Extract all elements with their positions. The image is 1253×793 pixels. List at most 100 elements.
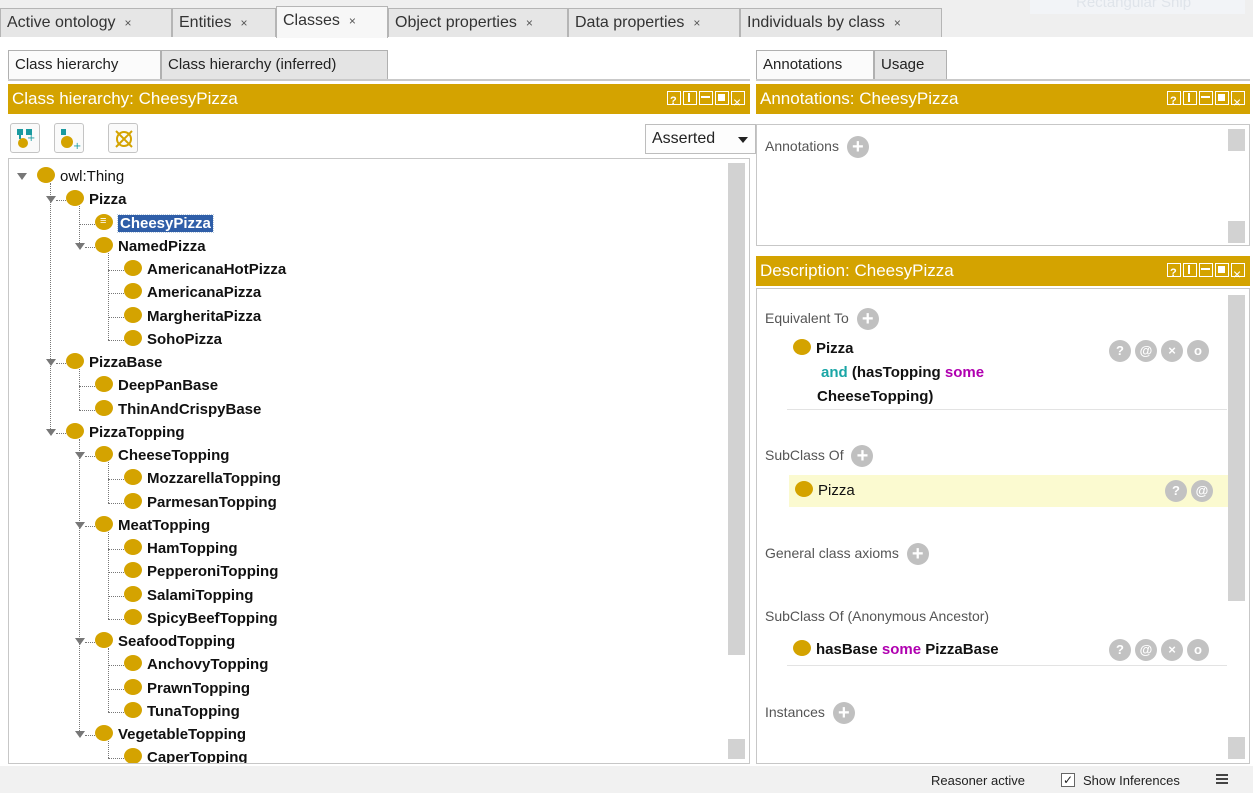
scrollbar-thumb-bottom[interactable] — [1228, 221, 1245, 243]
tree-node[interactable]: CheesyPizza — [95, 210, 214, 235]
scrollbar-thumb-bottom[interactable] — [728, 739, 745, 759]
explain-button[interactable]: ? — [1109, 639, 1131, 661]
delete-class-button[interactable] — [108, 123, 138, 153]
help-icon[interactable] — [667, 86, 681, 116]
tab-entities[interactable]: Entities × — [172, 8, 276, 37]
tab-class-hierarchy-inferred[interactable]: Class hierarchy (inferred) — [161, 50, 388, 79]
expand-toggle-icon[interactable] — [75, 638, 85, 645]
close-icon[interactable]: × — [693, 16, 700, 30]
close-icon[interactable]: × — [526, 16, 533, 30]
close-icon[interactable]: × — [894, 16, 901, 30]
tree-node[interactable]: AmericanaHotPizza — [124, 258, 286, 281]
scrollbar-thumb[interactable] — [728, 163, 745, 655]
expand-toggle-icon[interactable] — [75, 521, 85, 529]
close-view-icon[interactable] — [731, 87, 745, 117]
axiom-text: Pizza — [818, 482, 855, 499]
tree-node[interactable]: VegetableTopping — [95, 723, 246, 746]
tree-node[interactable]: MargheritaPizza — [124, 305, 261, 328]
tree-node[interactable]: PepperoniTopping — [124, 560, 278, 583]
tab-classes[interactable]: Classes × — [276, 6, 388, 38]
log-list-icon[interactable] — [1216, 774, 1228, 786]
tree-connector — [79, 438, 80, 735]
explain-button[interactable]: ? — [1109, 340, 1131, 362]
add-annotation-button[interactable]: + — [846, 136, 869, 159]
tree-node[interactable]: Pizza — [66, 188, 127, 211]
tree-node[interactable]: SeafoodTopping — [95, 630, 235, 653]
add-instance-button[interactable]: + — [832, 702, 855, 725]
tree-node[interactable]: CaperTopping — [124, 746, 248, 763]
add-superclass-button[interactable]: + — [851, 445, 874, 468]
add-sibling-button[interactable]: + — [54, 123, 84, 153]
subclass-axiom-row[interactable]: Pizza ? @ — [789, 475, 1229, 507]
tab-data-properties[interactable]: Data properties × — [568, 8, 740, 37]
close-view-icon[interactable] — [1231, 87, 1245, 117]
tree-node[interactable]: AnchovyTopping — [124, 653, 268, 676]
add-subclass-button[interactable]: + — [10, 123, 40, 153]
tree-node[interactable]: CheeseTopping — [95, 444, 229, 467]
scrollbar-thumb-bottom[interactable] — [1228, 737, 1245, 759]
hierarchy-mode-dropdown[interactable]: Asserted — [645, 124, 756, 154]
split-horizontal-icon[interactable] — [1199, 263, 1213, 277]
expand-toggle-icon[interactable] — [46, 196, 56, 204]
tab-individuals-by-class[interactable]: Individuals by class × — [740, 8, 942, 37]
expand-toggle-icon[interactable] — [75, 731, 85, 738]
tree-node[interactable]: TunaTopping — [124, 700, 240, 723]
add-general-axiom-button[interactable]: + — [906, 543, 929, 566]
tree-node[interactable]: HamTopping — [124, 537, 238, 560]
annotate-button[interactable]: @ — [1135, 639, 1157, 661]
split-vertical-icon[interactable] — [1183, 91, 1197, 105]
split-vertical-icon[interactable] — [683, 91, 697, 105]
split-horizontal-icon[interactable] — [1199, 91, 1213, 105]
maximize-icon[interactable] — [1215, 263, 1229, 277]
add-equivalent-button[interactable]: + — [856, 308, 879, 331]
tree-node[interactable]: MeatTopping — [95, 514, 210, 537]
close-view-icon[interactable] — [1231, 259, 1245, 289]
edit-axiom-button[interactable]: o — [1187, 340, 1209, 362]
tree-node[interactable]: PizzaBase — [66, 351, 162, 374]
tree-node[interactable]: MozzarellaTopping — [124, 467, 281, 490]
description-scrollbar-thumb[interactable] — [1228, 295, 1245, 601]
maximize-icon[interactable] — [715, 91, 729, 105]
split-horizontal-icon[interactable] — [699, 91, 713, 105]
explain-button[interactable]: ? — [1165, 480, 1187, 502]
expand-toggle-icon[interactable] — [46, 428, 56, 436]
close-icon[interactable]: × — [125, 16, 132, 30]
tab-usage[interactable]: Usage — [874, 50, 947, 79]
tree-node[interactable]: ThinAndCrispyBase — [95, 398, 261, 421]
tab-class-hierarchy[interactable]: Class hierarchy — [8, 50, 161, 79]
tab-object-properties[interactable]: Object properties × — [388, 8, 568, 37]
scrollbar-thumb[interactable] — [1228, 129, 1245, 151]
expand-toggle-icon[interactable] — [75, 242, 85, 250]
tree-connector — [85, 456, 95, 457]
tree-node[interactable]: SpicyBeefTopping — [124, 607, 278, 630]
delete-axiom-button[interactable]: × — [1161, 639, 1183, 661]
tree-node[interactable]: DeepPanBase — [95, 374, 218, 397]
tab-active-ontology[interactable]: Active ontology × — [0, 8, 172, 37]
expand-toggle-icon[interactable] — [46, 359, 56, 366]
expand-toggle-icon[interactable] — [75, 452, 85, 459]
tab-annotations[interactable]: Annotations — [756, 50, 874, 79]
maximize-icon[interactable] — [1215, 91, 1229, 105]
close-icon[interactable]: × — [240, 16, 247, 30]
close-icon[interactable]: × — [349, 14, 356, 28]
help-icon[interactable] — [1167, 86, 1181, 116]
tree-node[interactable]: PizzaTopping — [66, 421, 185, 444]
show-inferences-checkbox[interactable]: ✓ — [1061, 773, 1075, 787]
delete-axiom-button[interactable]: × — [1161, 340, 1183, 362]
edit-axiom-button[interactable]: o — [1187, 639, 1209, 661]
class-tree[interactable]: owl:Thing Pizza CheesyPizza NamedPizza Ameri… — [8, 158, 750, 764]
tree-node[interactable]: PrawnTopping — [124, 677, 250, 700]
help-icon[interactable] — [1167, 258, 1181, 288]
annotate-button[interactable]: @ — [1191, 480, 1213, 502]
split-vertical-icon[interactable] — [1183, 263, 1197, 277]
tree-node[interactable]: SalamiTopping — [124, 584, 253, 607]
expand-toggle-icon[interactable] — [17, 173, 27, 180]
equivalent-axiom[interactable]: Pizza and (hasTopping some CheeseTopping… — [793, 337, 984, 409]
annotate-button[interactable]: @ — [1135, 340, 1157, 362]
tree-node[interactable]: AmericanaPizza — [124, 281, 261, 304]
tree-node[interactable]: SohoPizza — [124, 328, 222, 351]
tree-node[interactable]: ParmesanTopping — [124, 491, 277, 514]
tree-scrollbar[interactable] — [728, 163, 745, 759]
tree-node[interactable]: NamedPizza — [95, 235, 206, 258]
anonymous-ancestor-axiom[interactable]: hasBase some PizzaBase — [793, 638, 999, 662]
